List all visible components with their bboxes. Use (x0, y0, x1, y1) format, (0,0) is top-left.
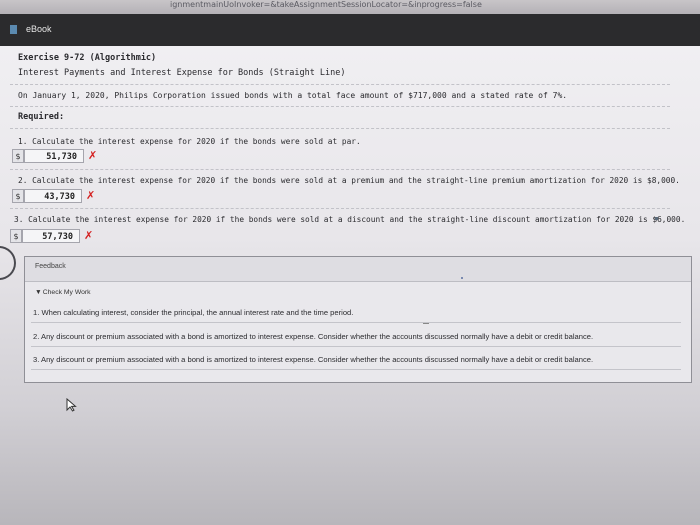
feedback-label: Feedback (35, 263, 66, 270)
feedback-divider (31, 369, 681, 370)
triangle-down-icon: ▼ (35, 289, 42, 296)
exercise-subtitle: Interest Payments and Interest Expense f… (18, 68, 346, 78)
scroll-marker (655, 217, 658, 220)
question-1-text: 1. Calculate the interest expense for 20… (18, 137, 361, 146)
question-2-text: 2. Calculate the interest expense for 20… (18, 176, 680, 185)
answer-input-1[interactable]: 51,730 (24, 149, 84, 163)
exercise-title: Exercise 9-72 (Algorithmic) (18, 53, 157, 63)
ebook-icon[interactable] (10, 25, 17, 34)
divider (10, 106, 670, 107)
required-heading: Required: (18, 112, 65, 122)
browser-url-bar[interactable]: ignmentmainUoInvoker=&takeAssignmentSess… (0, 0, 700, 14)
ebook-titlebar: eBook (0, 14, 700, 46)
x-mark-icon: ✗ (84, 229, 94, 242)
feedback-item-2: 2. Any discount or premium associated wi… (33, 332, 594, 341)
currency-label: $ (12, 189, 24, 203)
divider (10, 169, 670, 170)
check-my-work-toggle[interactable]: ▼Check My Work (35, 289, 91, 296)
exercise-intro: On January 1, 2020, Philips Corporation … (18, 91, 568, 100)
feedback-panel: Feedback ▼Check My Work 1. When calculat… (24, 256, 692, 383)
edge-arc (0, 246, 16, 280)
x-mark-icon: ✗ (86, 189, 96, 202)
answer-input-3[interactable]: 57,730 (22, 229, 80, 243)
answer-input-2[interactable]: 43,730 (24, 189, 82, 203)
feedback-item-3: 3. Any discount or premium associated wi… (33, 355, 594, 364)
header-dot (461, 277, 463, 279)
tick-mark (423, 323, 429, 324)
url-text: ignmentmainUoInvoker=&takeAssignmentSess… (170, 0, 482, 9)
feedback-divider (31, 346, 681, 347)
x-mark-icon: ✗ (88, 149, 98, 162)
divider (10, 208, 670, 209)
mouse-cursor-icon (66, 398, 77, 412)
exercise-content: Exercise 9-72 (Algorithmic) Interest Pay… (0, 46, 700, 525)
feedback-header[interactable]: Feedback (25, 257, 691, 282)
feedback-divider (31, 322, 681, 323)
currency-label: $ (10, 229, 22, 243)
divider (10, 128, 670, 129)
ebook-label[interactable]: eBook (26, 24, 52, 34)
feedback-item-1: 1. When calculating interest, consider t… (33, 308, 354, 317)
currency-label: $ (12, 149, 24, 163)
question-3-text: 3. Calculate the interest expense for 20… (14, 215, 686, 224)
divider (10, 84, 670, 85)
check-my-work-label: Check My Work (42, 289, 91, 296)
